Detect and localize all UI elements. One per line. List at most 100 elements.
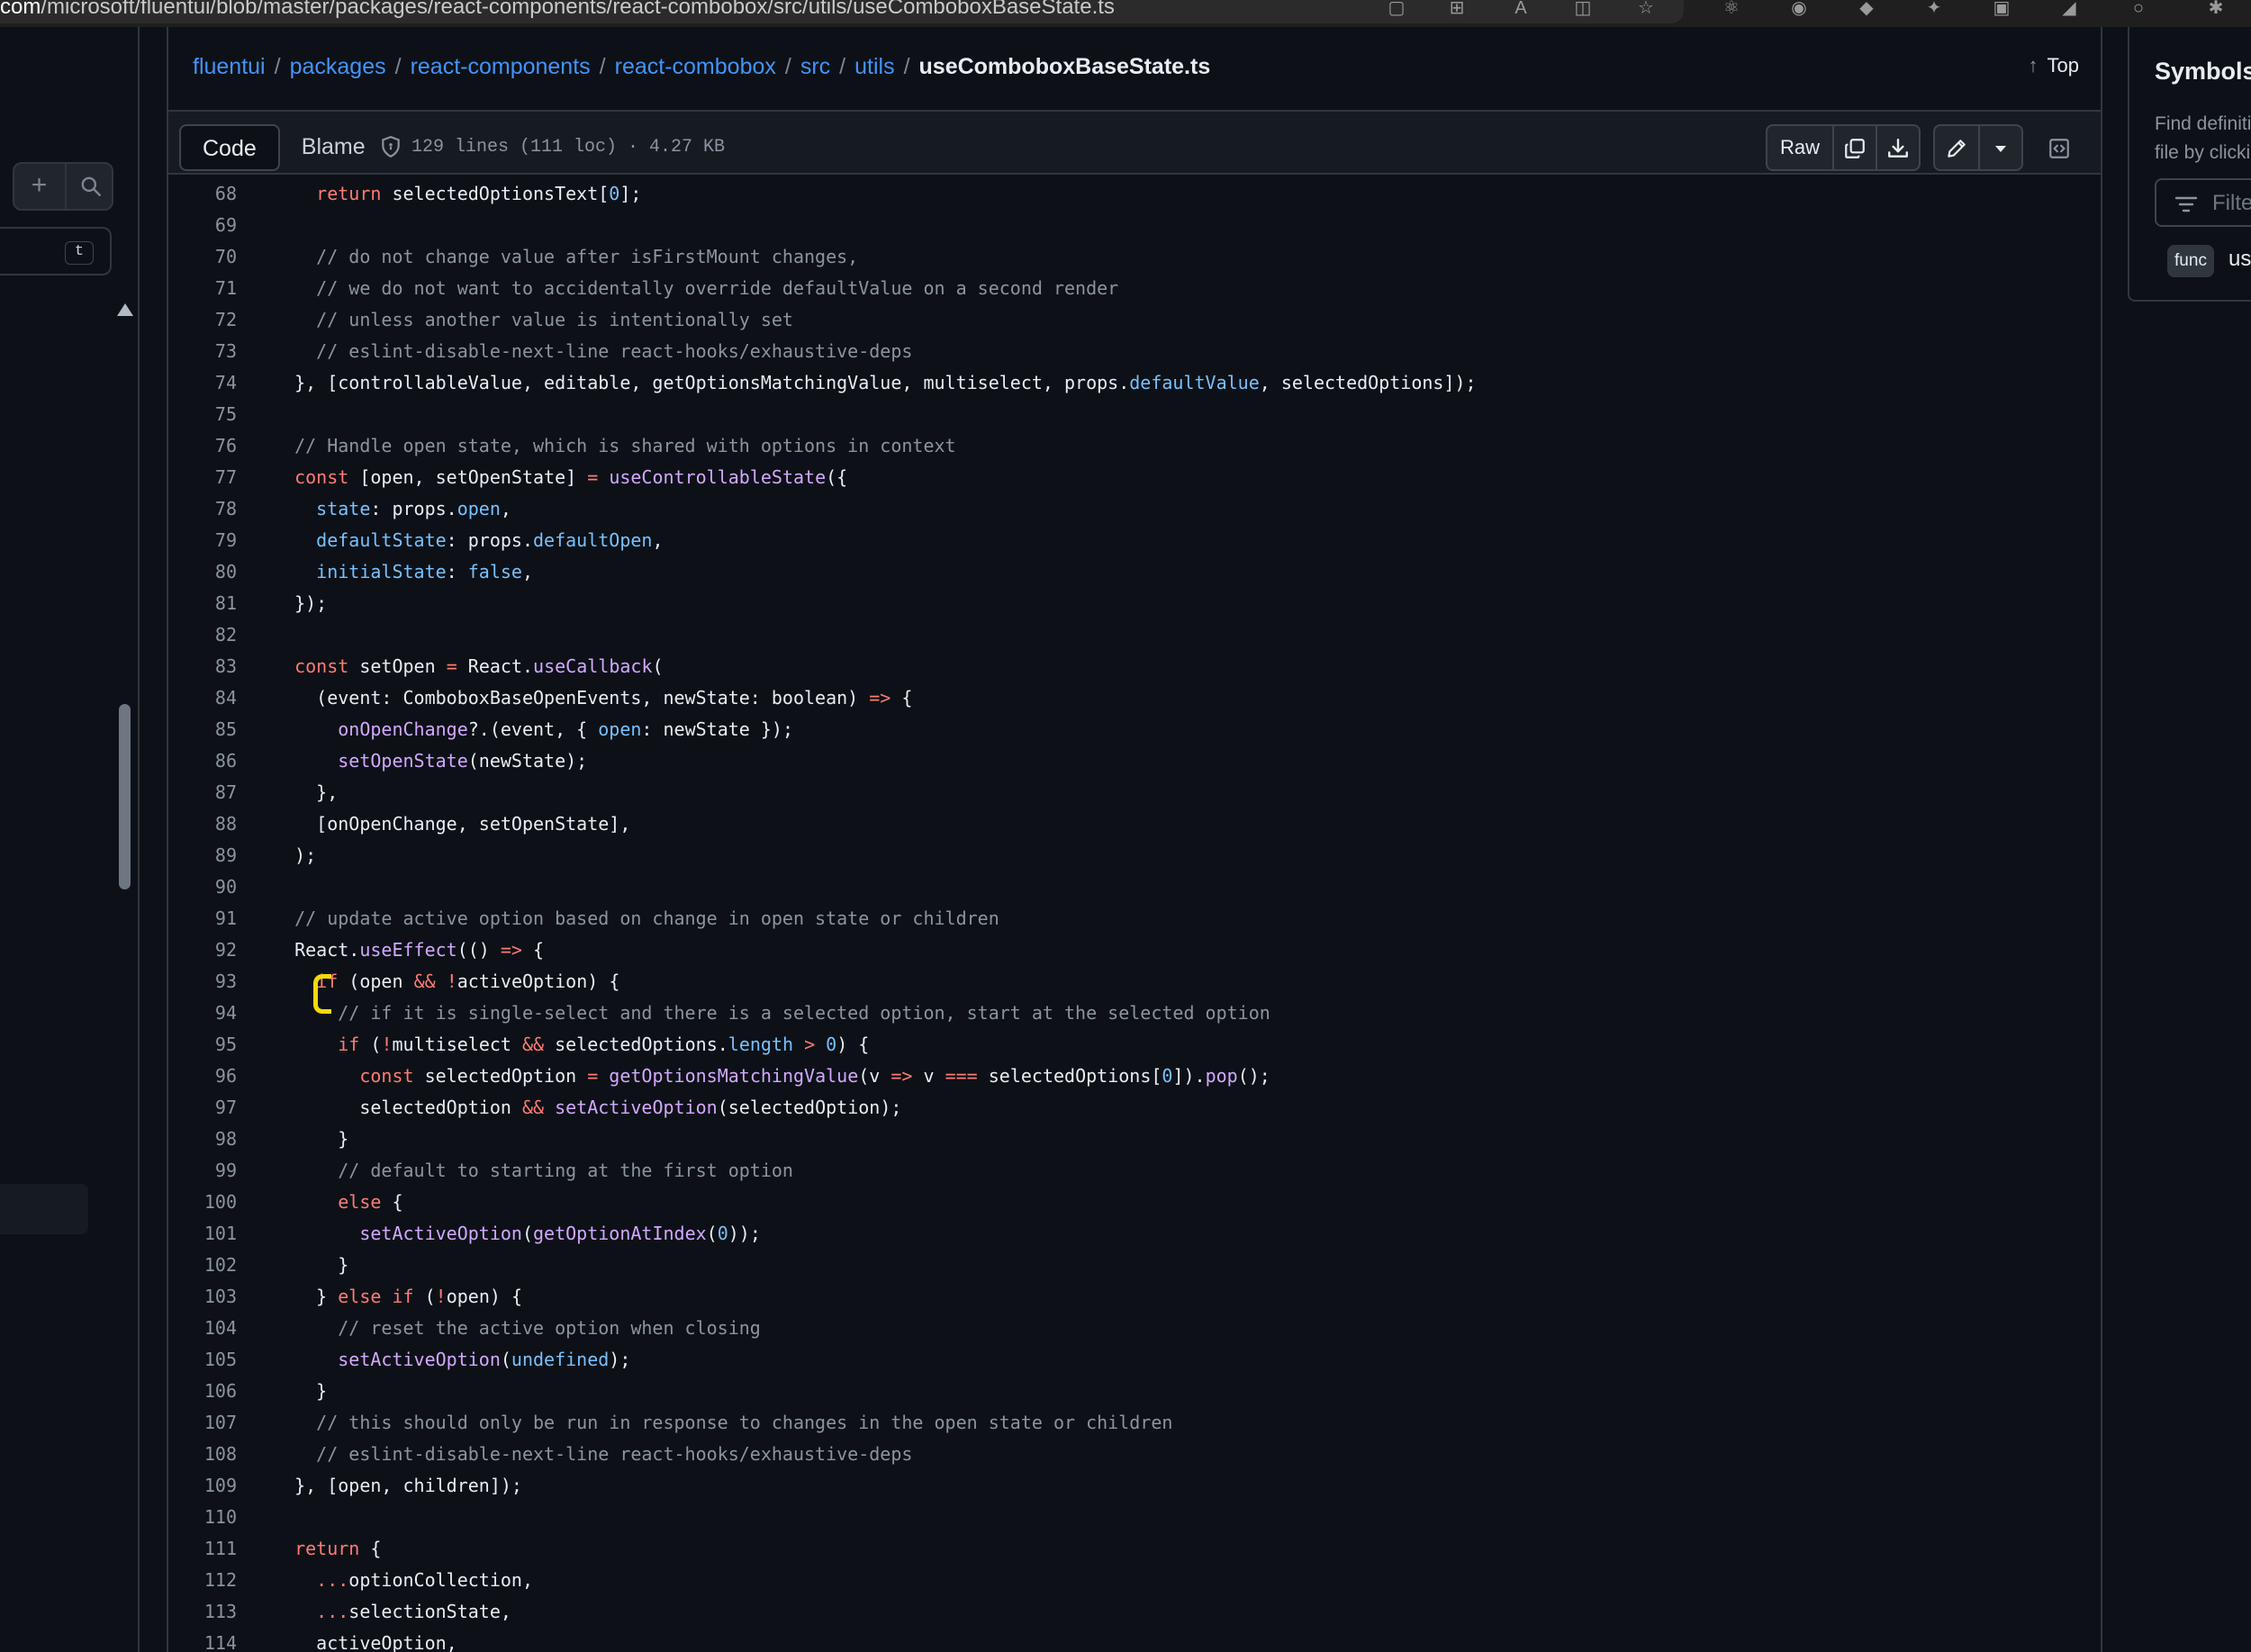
line-number[interactable]: 103 bbox=[168, 1281, 237, 1313]
line-number[interactable]: 90 bbox=[168, 871, 237, 903]
code-line[interactable]: 106 } bbox=[168, 1376, 2101, 1407]
edit-dropdown-button[interactable] bbox=[1978, 126, 2021, 169]
line-number[interactable]: 74 bbox=[168, 367, 237, 399]
tab-blame[interactable]: Blame bbox=[280, 124, 387, 171]
code-line[interactable]: 89 ); bbox=[168, 840, 2101, 871]
extension-icon-3[interactable]: ◢ bbox=[2057, 0, 2081, 18]
line-number[interactable]: 92 bbox=[168, 934, 237, 966]
line-number[interactable]: 112 bbox=[168, 1565, 237, 1596]
raw-button[interactable]: Raw bbox=[1767, 126, 1832, 169]
line-number[interactable]: 100 bbox=[168, 1187, 237, 1218]
code-line[interactable]: 82 bbox=[168, 619, 2101, 651]
file-tree-scrollbar[interactable] bbox=[119, 704, 131, 889]
breadcrumb-link[interactable]: utils bbox=[854, 54, 894, 79]
line-number[interactable]: 69 bbox=[168, 210, 237, 241]
line-number[interactable]: 110 bbox=[168, 1502, 237, 1533]
code-line[interactable]: 105 setActiveOption(undefined); bbox=[168, 1344, 2101, 1376]
address-url[interactable]: com/microsoft/fluentui/blob/master/packa… bbox=[0, 0, 1115, 20]
line-number[interactable]: 86 bbox=[168, 745, 237, 777]
line-number[interactable]: 76 bbox=[168, 430, 237, 462]
code-line[interactable]: 97 selectedOption && setActiveOption(sel… bbox=[168, 1092, 2101, 1124]
line-number[interactable]: 108 bbox=[168, 1439, 237, 1470]
line-number[interactable]: 73 bbox=[168, 336, 237, 367]
code-line[interactable]: 79 defaultState: props.defaultOpen, bbox=[168, 525, 2101, 556]
code-line[interactable]: 92 React.useEffect(() => { bbox=[168, 934, 2101, 966]
breadcrumb-link[interactable]: src bbox=[800, 54, 830, 79]
code-line[interactable]: 91 // update active option based on chan… bbox=[168, 903, 2101, 934]
shield-extension-icon[interactable]: ◆ bbox=[1855, 0, 1878, 18]
line-number[interactable]: 104 bbox=[168, 1313, 237, 1344]
code-line[interactable]: 111 return { bbox=[168, 1533, 2101, 1565]
code-line[interactable]: 104 // reset the active option when clos… bbox=[168, 1313, 2101, 1344]
symbol-item[interactable]: us bbox=[2228, 247, 2251, 272]
code-line[interactable]: 96 const selectedOption = getOptionsMatc… bbox=[168, 1061, 2101, 1092]
download-button[interactable] bbox=[1876, 126, 1919, 169]
code-line[interactable]: 69 bbox=[168, 210, 2101, 241]
top-link[interactable]: ↑ Top bbox=[2029, 54, 2079, 77]
go-to-file-input[interactable]: t bbox=[0, 227, 112, 275]
extension-icon[interactable]: ◉ bbox=[1787, 0, 1811, 18]
code-line[interactable]: 99 // default to starting at the first o… bbox=[168, 1155, 2101, 1187]
code-line[interactable]: 74 }, [controllableValue, editable, getO… bbox=[168, 367, 2101, 399]
code-line[interactable]: 112 ...optionCollection, bbox=[168, 1565, 2101, 1596]
line-number[interactable]: 83 bbox=[168, 651, 237, 682]
code-line[interactable]: 109 }, [open, children]); bbox=[168, 1470, 2101, 1502]
code-line[interactable]: 83 const setOpen = React.useCallback( bbox=[168, 651, 2101, 682]
code-line[interactable]: 108 // eslint-disable-next-line react-ho… bbox=[168, 1439, 2101, 1470]
line-number[interactable]: 114 bbox=[168, 1628, 237, 1652]
line-number[interactable]: 99 bbox=[168, 1155, 237, 1187]
code-line[interactable]: 84 (event: ComboboxBaseOpenEvents, newSt… bbox=[168, 682, 2101, 714]
line-number[interactable]: 97 bbox=[168, 1092, 237, 1124]
line-number[interactable]: 93 bbox=[168, 966, 237, 998]
code-line[interactable]: 101 setActiveOption(getOptionAtIndex(0))… bbox=[168, 1218, 2101, 1250]
code-line[interactable]: 107 // this should only be run in respon… bbox=[168, 1407, 2101, 1439]
breadcrumb-link[interactable]: packages bbox=[290, 54, 386, 79]
code-line[interactable]: 85 onOpenChange?.(event, { open: newStat… bbox=[168, 714, 2101, 745]
line-number[interactable]: 107 bbox=[168, 1407, 237, 1439]
breadcrumb-link[interactable]: fluentui bbox=[193, 54, 266, 79]
code-view[interactable]: 68 return selectedOptionsText[0]; 69 70 //… bbox=[168, 178, 2101, 1652]
code-line[interactable]: 88 [onOpenChange, setOpenState], bbox=[168, 808, 2101, 840]
symbols-filter-input[interactable]: Filte bbox=[2155, 178, 2251, 227]
code-line[interactable]: 71 // we do not want to accidentally ove… bbox=[168, 273, 2101, 304]
code-line[interactable]: 93 if (open && !activeOption) { bbox=[168, 966, 2101, 998]
selected-tree-item[interactable] bbox=[0, 1184, 88, 1234]
split-screen-icon[interactable]: ◫ bbox=[1571, 0, 1595, 18]
code-line[interactable]: 100 else { bbox=[168, 1187, 2101, 1218]
line-number[interactable]: 111 bbox=[168, 1533, 237, 1565]
read-aloud-icon[interactable]: A bbox=[1509, 0, 1532, 18]
code-line[interactable]: 103 } else if (!open) { bbox=[168, 1281, 2101, 1313]
extensions-puzzle-icon[interactable]: ✱ bbox=[2204, 0, 2228, 18]
edit-button[interactable] bbox=[1935, 126, 1978, 169]
line-number[interactable]: 98 bbox=[168, 1124, 237, 1155]
code-line[interactable]: 113 ...selectionState, bbox=[168, 1596, 2101, 1628]
favorite-icon[interactable]: ☆ bbox=[1634, 0, 1658, 18]
scroll-up-arrow-icon[interactable] bbox=[117, 303, 133, 316]
line-number[interactable]: 79 bbox=[168, 525, 237, 556]
code-line[interactable]: 110 bbox=[168, 1502, 2101, 1533]
tab-code[interactable]: Code bbox=[179, 124, 280, 171]
code-line[interactable]: 90 bbox=[168, 871, 2101, 903]
line-number[interactable]: 77 bbox=[168, 462, 237, 493]
line-number[interactable]: 71 bbox=[168, 273, 237, 304]
line-number[interactable]: 70 bbox=[168, 241, 237, 273]
code-line[interactable]: 98 } bbox=[168, 1124, 2101, 1155]
code-line[interactable]: 75 bbox=[168, 399, 2101, 430]
code-line[interactable]: 94 // if it is single-select and there i… bbox=[168, 998, 2101, 1029]
copy-raw-button[interactable] bbox=[1832, 126, 1876, 169]
line-number[interactable]: 101 bbox=[168, 1218, 237, 1250]
code-line[interactable]: 68 return selectedOptionsText[0]; bbox=[168, 178, 2101, 210]
line-number[interactable]: 68 bbox=[168, 178, 237, 210]
circle-icon[interactable]: ○ bbox=[2127, 0, 2150, 18]
line-number[interactable]: 87 bbox=[168, 777, 237, 808]
code-line[interactable]: 70 // do not change value after isFirstM… bbox=[168, 241, 2101, 273]
line-number[interactable]: 94 bbox=[168, 998, 237, 1029]
code-line[interactable]: 86 setOpenState(newState); bbox=[168, 745, 2101, 777]
breadcrumb-link[interactable]: react-combobox bbox=[615, 54, 776, 79]
search-button[interactable] bbox=[65, 164, 114, 209]
react-devtools-icon[interactable]: ⚛ bbox=[1720, 0, 1743, 18]
line-number[interactable]: 105 bbox=[168, 1344, 237, 1376]
code-line[interactable]: 81 }); bbox=[168, 588, 2101, 619]
line-number[interactable]: 95 bbox=[168, 1029, 237, 1061]
line-number[interactable]: 72 bbox=[168, 304, 237, 336]
